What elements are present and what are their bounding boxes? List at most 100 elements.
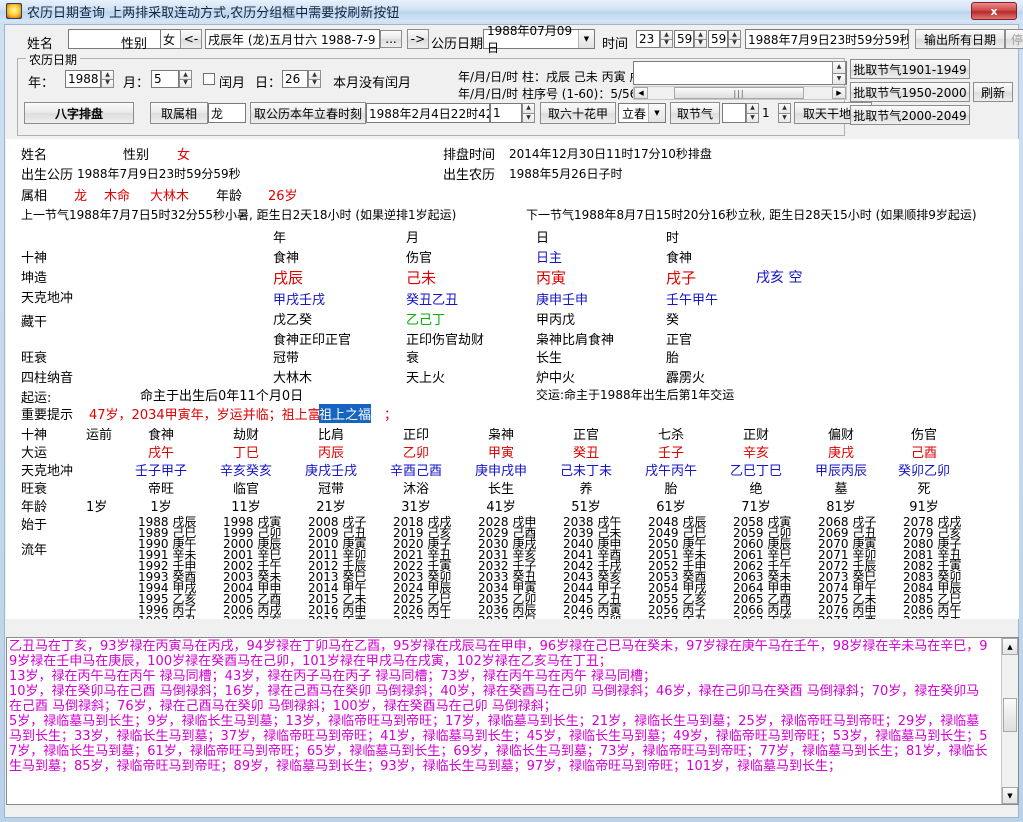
dayun-row-label-shishen: 十神 [21,428,48,443]
scroll-right-icon[interactable]: ▶ [832,87,846,99]
ganzhi-index-value[interactable]: 1 [760,103,780,123]
solar-date-combo[interactable]: 1988年07月09日 ▼ [483,24,595,55]
spin-up-icon[interactable]: ▲ [728,30,741,40]
spin-up-icon[interactable]: ▲ [522,103,535,114]
refresh-button[interactable]: 刷新 [973,82,1013,102]
spin-down-icon[interactable]: ▼ [778,113,791,123]
prev-jieqi-text: 上一节气1988年7月7日5时32分55秒小暑, 距生日2天18小时 (如果逆排… [21,208,457,222]
shishen-hour: 食神 [666,251,693,266]
result-list-spinner[interactable]: ▲ ▼ [832,61,846,85]
bazi-paipan-button[interactable]: 八字排盘 [24,102,134,124]
output-all-dates-button[interactable]: 输出所有日期 [915,29,1005,49]
back-arrow-button[interactable]: <- [180,29,202,49]
leap-month-label: 闰月 [219,76,246,91]
spin-down-icon[interactable]: ▼ [308,79,321,88]
lunar-month-input[interactable]: 5 [151,70,179,88]
dayun-row-label-liunian: 流年 [21,543,48,558]
dayun-row-label-wangshuai: 旺衰 [21,482,48,497]
spin-down-icon[interactable]: ▼ [179,79,192,88]
minute-spinner[interactable]: ▲ ▼ [694,30,707,48]
leap-month-checkbox[interactable] [203,73,215,85]
hour-spinner[interactable]: ▲ ▼ [660,30,673,48]
batch-jieqi-1901-button[interactable]: 批取节气1901-1949 [850,59,970,79]
spin-up-icon[interactable]: ▲ [694,30,707,40]
jieqi-selected-value: 立春 [622,106,647,121]
dayun-shishen-col-9: 偏财 [827,428,855,443]
liunian-cell: 2007 丁亥 [223,615,281,619]
lunar-date-browse-button[interactable]: ... [380,30,402,48]
minute-input[interactable]: 59 [674,30,694,48]
zodiac-value-input[interactable]: 龙 [208,103,246,123]
jiazi-index-spinner[interactable]: ▲ ▼ [522,103,535,123]
batch-jieqi-1950-button[interactable]: 批取节气1950-2000 [850,82,970,102]
jieqi-select[interactable]: 立春 ▼ [618,103,666,123]
spin-up-icon[interactable]: ▲ [101,70,114,80]
spin-up-icon[interactable]: ▲ [179,70,192,80]
chevron-down-icon[interactable]: ▼ [648,104,665,122]
liunian-column-2: 1998 戌寅 1999 己卯 2000 庚辰 2001 辛巳 2002 壬午 2003 … [223,516,281,619]
chevron-down-icon[interactable]: ▼ [578,30,594,48]
get-zodiac-button[interactable]: 取属相 [150,102,208,124]
close-button[interactable]: x [971,2,1017,20]
spin-down-icon[interactable]: ▼ [728,39,741,48]
lunar-year-spinner[interactable]: ▲ ▼ [101,70,114,88]
element-value: 木命 [104,189,131,204]
wangshuai-day: 长生 [536,351,563,366]
spin-down-icon[interactable]: ▼ [746,113,759,123]
lunar-day-input[interactable]: 26 [282,70,308,88]
pillar-header-month: 月 [406,231,420,246]
ganzhi-index-spinner-2[interactable]: ▲ ▼ [778,103,791,123]
canggan-day: 甲丙戊 [536,313,576,328]
dayun-shishen-col-5: 枭神 [487,428,515,443]
tkdc-month: 癸丑乙丑 [406,293,459,308]
forward-arrow-button[interactable]: -> [407,29,429,49]
jiazi-index-input[interactable]: 1 [490,103,522,123]
dayun-shishen-col-3: 比肩 [317,428,345,443]
spin-down-icon[interactable]: ▼ [101,79,114,88]
dayun-wangshuai-col-9: 墓 [834,482,848,497]
age-label: 年龄 [216,189,243,204]
full-datetime-input[interactable]: 1988年7月9日23时59分59秒 [745,29,909,49]
lichun-value-input[interactable]: 1988年2月4日22时42分50秒 [366,103,490,123]
spin-up-icon[interactable]: ▲ [778,103,791,114]
lunar-year-input[interactable]: 1988 [65,70,101,88]
spin-up-icon[interactable]: ▲ [832,61,846,74]
lunar-day-spinner[interactable]: ▲ ▼ [308,70,321,88]
window-title: 农历日期查询 上两排采取连动方式,农历分组框中需要按刷新按钮 [27,5,400,21]
spin-down-icon[interactable]: ▼ [694,39,707,48]
pillar-header-day: 日 [536,231,550,246]
spin-up-icon[interactable]: ▲ [746,103,759,114]
get-jiazi-button[interactable]: 取六十花甲 [540,102,616,124]
get-jieqi-button[interactable]: 取节气 [670,102,720,124]
lunar-date-input[interactable]: 戌辰年 (龙)五月廿六 1988-7-9 [205,29,380,49]
dayun-age-col-6: 51岁 [571,500,601,515]
birth-solar-label: 出生公历 [21,168,74,183]
scroll-up-icon[interactable]: ▲ [1002,638,1018,655]
name-input[interactable] [68,29,168,49]
second-spinner[interactable]: ▲ ▼ [728,30,741,48]
result-list-hscrollbar[interactable]: ◀ ||| ▶ [633,86,847,100]
hour-input[interactable]: 23 [636,30,660,48]
get-lichun-button[interactable]: 取公历本年立春时刻 [250,102,366,124]
scroll-left-icon[interactable]: ◀ [634,87,648,99]
memo-vscrollbar[interactable]: ▲ ▼ [1001,638,1018,804]
tkdc-day: 庚申壬申 [536,293,589,308]
vscroll-thumb[interactable] [1003,698,1017,732]
dayun-age-col-1: 1岁 [150,500,172,515]
jieqi-extra-input[interactable] [722,103,746,123]
spin-up-icon[interactable]: ▲ [660,30,673,40]
dayun-shishen-col-6: 正官 [572,428,600,443]
batch-jieqi-2000-button[interactable]: 批取节气2000-2049 [850,105,970,125]
spin-up-icon[interactable]: ▲ [308,70,321,80]
second-input[interactable]: 59 [708,30,728,48]
scroll-down-icon[interactable]: ▼ [1002,787,1018,804]
stop-button[interactable]: 停止 [1005,29,1023,49]
ganzhi-index-spinner[interactable]: ▲ ▼ [746,103,759,123]
spin-down-icon[interactable]: ▼ [522,113,535,123]
hscroll-thumb[interactable]: ||| [674,87,804,99]
lunar-month-spinner[interactable]: ▲ ▼ [179,70,192,88]
spin-down-icon[interactable]: ▼ [832,73,846,85]
spin-down-icon[interactable]: ▼ [660,39,673,48]
notes-memo[interactable]: 乙丑马在丁亥，93岁禄在丙寅马在丙戌，94岁禄在丁卯马在乙酉，95岁禄在戌辰马在… [6,637,1019,805]
result-list[interactable] [633,61,847,85]
